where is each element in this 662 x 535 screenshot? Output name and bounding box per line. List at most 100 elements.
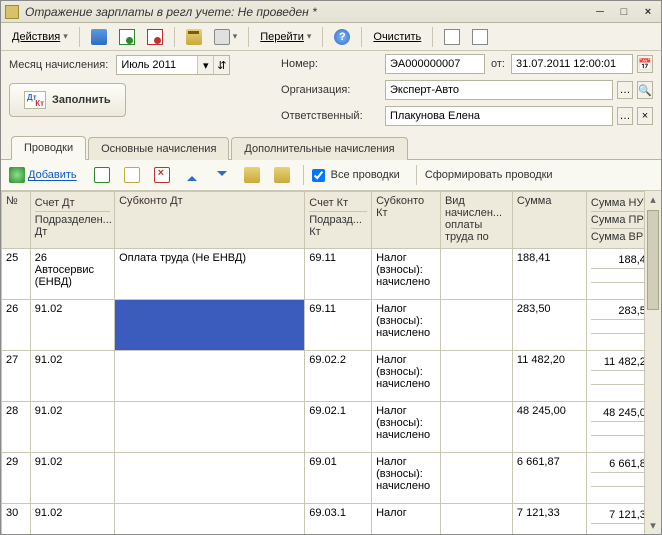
cell-vid[interactable]: [440, 453, 512, 504]
move-down-button[interactable]: [209, 164, 235, 186]
tab-dopolnitelnye[interactable]: Дополнительные начисления: [231, 137, 407, 160]
col-sum[interactable]: Сумма: [512, 192, 586, 249]
cell-sum[interactable]: 11 482,20: [512, 351, 586, 402]
month-stepper-icon[interactable]: ⇵: [213, 56, 229, 74]
cell-kt[interactable]: 69.11: [305, 249, 372, 300]
unpost-button[interactable]: [142, 26, 168, 48]
cell-subk-dt[interactable]: [115, 453, 305, 504]
cell-subk-kt[interactable]: Налог (взносы): начислено: [372, 351, 441, 402]
move-up-button[interactable]: [179, 164, 205, 186]
cell-subk-dt[interactable]: Оплата труда (Не ЕНВД): [115, 249, 305, 300]
month-dropdown-icon[interactable]: ▾: [197, 56, 213, 74]
col-kt[interactable]: Счет Кт Подразд... Кт: [305, 192, 372, 249]
number-field[interactable]: ЭА000000007: [385, 54, 485, 74]
cell-subk-kt[interactable]: Налог (взносы): начислено: [372, 402, 441, 453]
cell-subk-kt[interactable]: Налог (взносы): начислено: [372, 300, 441, 351]
cell-vid[interactable]: [440, 351, 512, 402]
col-dt[interactable]: Счет Дт Подразделен... Дт: [30, 192, 114, 249]
add-link[interactable]: Добавить: [9, 167, 77, 183]
post-button[interactable]: [114, 26, 140, 48]
org-field[interactable]: Эксперт-Авто: [385, 80, 613, 100]
generate-button[interactable]: Сформировать проводки: [425, 169, 553, 181]
tree-icon: [472, 29, 488, 45]
col-subk-dt[interactable]: Субконто Дт: [115, 192, 305, 249]
minimize-button[interactable]: ─: [591, 5, 609, 19]
all-entries-label: Все проводки: [331, 169, 400, 181]
org-open-icon[interactable]: 🔍: [637, 81, 653, 99]
scroll-up-icon[interactable]: ▴: [645, 191, 661, 208]
scroll-down-icon[interactable]: ▾: [645, 517, 661, 534]
sort-desc-button[interactable]: [269, 164, 295, 186]
sort-asc-button[interactable]: [239, 164, 265, 186]
table-row[interactable]: 2891.0269.02.1Налог (взносы): начислено4…: [2, 402, 661, 453]
table-row[interactable]: 3091.0269.03.1Налог7 121,337 121,33: [2, 504, 661, 535]
cell-vid[interactable]: [440, 300, 512, 351]
month-select[interactable]: ▾ ⇵: [116, 55, 230, 75]
list-view-button[interactable]: [439, 26, 465, 48]
calendar-icon[interactable]: 📅: [637, 55, 653, 73]
col-subk-kt[interactable]: Субконто Кт: [372, 192, 441, 249]
cell-kt[interactable]: 69.02.2: [305, 351, 372, 402]
actions-menu[interactable]: Действия ▾: [7, 26, 73, 48]
fill-button[interactable]: Заполнить: [9, 83, 126, 117]
cell-vid[interactable]: [440, 402, 512, 453]
cell-subk-kt[interactable]: Налог: [372, 504, 441, 535]
cell-subk-dt[interactable]: [115, 351, 305, 402]
cell-sum[interactable]: 283,50: [512, 300, 586, 351]
cell-dt[interactable]: 91.02: [30, 453, 114, 504]
cell-dt[interactable]: 91.02: [30, 300, 114, 351]
cell-sum[interactable]: 48 245,00: [512, 402, 586, 453]
cell-subk-dt[interactable]: [115, 402, 305, 453]
cell-dt[interactable]: 91.02: [30, 351, 114, 402]
cell-dt[interactable]: 91.02: [30, 402, 114, 453]
vertical-scrollbar[interactable]: ▴ ▾: [644, 191, 661, 534]
cell-vid[interactable]: [440, 249, 512, 300]
resp-clear-icon[interactable]: ×: [637, 107, 653, 125]
clear-button[interactable]: Очистить: [368, 26, 426, 48]
ledger-button[interactable]: [181, 26, 207, 48]
insert-button[interactable]: [89, 164, 115, 186]
cell-sum[interactable]: 6 661,87: [512, 453, 586, 504]
tab-provodki[interactable]: Проводки: [11, 136, 86, 160]
cell-subk-kt[interactable]: Налог (взносы): начислено: [372, 453, 441, 504]
table-row[interactable]: 2791.0269.02.2Налог (взносы): начислено1…: [2, 351, 661, 402]
date-field[interactable]: 31.07.2011 12:00:01: [511, 54, 633, 74]
table-row[interactable]: 2991.0269.01Налог (взносы): начислено6 6…: [2, 453, 661, 504]
cell-subk-dt[interactable]: [115, 300, 305, 351]
goto-menu[interactable]: Перейти ▾: [255, 26, 316, 48]
cell-kt[interactable]: 69.11: [305, 300, 372, 351]
cell-subk-kt[interactable]: Налог (взносы): начислено: [372, 249, 441, 300]
tab-osnovnye[interactable]: Основные начисления: [88, 137, 229, 160]
resp-field[interactable]: Плакунова Елена: [385, 106, 613, 126]
entries-grid[interactable]: № Счет Дт Подразделен... Дт Субконто Дт …: [1, 191, 661, 534]
print-button[interactable]: ▾: [209, 26, 243, 48]
save-button[interactable]: [86, 26, 112, 48]
help-button[interactable]: ?: [329, 26, 355, 48]
org-select-icon[interactable]: …: [617, 81, 633, 99]
table-row[interactable]: 2691.0269.11Налог (взносы): начислено283…: [2, 300, 661, 351]
delete-button[interactable]: [149, 164, 175, 186]
edit-button[interactable]: [119, 164, 145, 186]
cell-sum[interactable]: 7 121,33: [512, 504, 586, 535]
all-entries-button[interactable]: Все проводки: [312, 169, 400, 182]
cell-sum[interactable]: 188,41: [512, 249, 586, 300]
close-button[interactable]: ×: [639, 5, 657, 19]
cell-kt[interactable]: 69.01: [305, 453, 372, 504]
table-row[interactable]: 2526Автосервис (ЕНВД)Оплата труда (Не ЕН…: [2, 249, 661, 300]
resp-select-icon[interactable]: …: [617, 107, 633, 125]
col-no[interactable]: №: [2, 192, 31, 249]
tree-view-button[interactable]: [467, 26, 493, 48]
all-entries-checkbox[interactable]: [312, 169, 325, 182]
scroll-thumb[interactable]: [647, 210, 659, 310]
cell-dt[interactable]: 26Автосервис (ЕНВД): [30, 249, 114, 300]
window-controls: ─ □ ×: [591, 5, 657, 19]
month-input[interactable]: [117, 56, 197, 74]
cell-dt[interactable]: 91.02: [30, 504, 114, 535]
col-vid[interactable]: Вид начислен... оплаты труда по: [440, 192, 512, 249]
maximize-button[interactable]: □: [615, 5, 633, 19]
cell-subk-dt[interactable]: [115, 504, 305, 535]
cell-vid[interactable]: [440, 504, 512, 535]
cell-kt[interactable]: 69.02.1: [305, 402, 372, 453]
edit-icon: [124, 167, 140, 183]
cell-kt[interactable]: 69.03.1: [305, 504, 372, 535]
